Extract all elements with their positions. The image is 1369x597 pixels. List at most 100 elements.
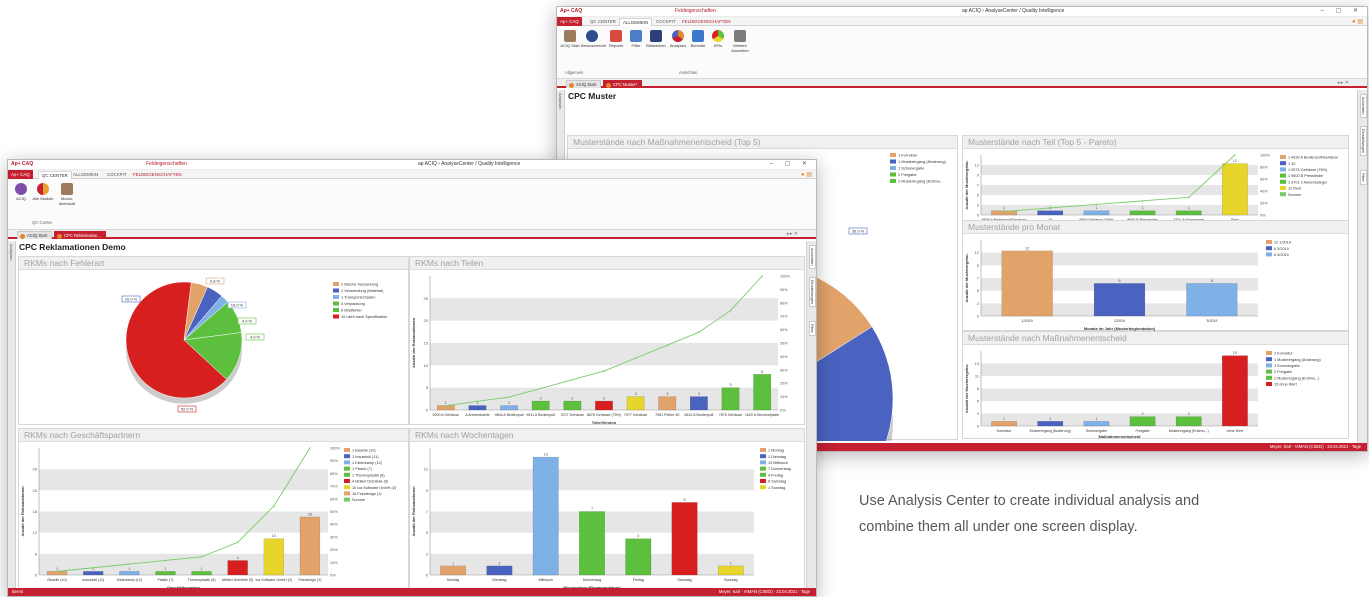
- bar-value-label: 7: [591, 507, 593, 511]
- y-tick-label: 0: [426, 408, 429, 413]
- strip-ansichten[interactable]: Ansichten: [809, 245, 816, 269]
- bildwerken-button[interactable]: Bildwerken: [645, 30, 667, 48]
- aciq-start-button[interactable]: ACIQ Start: [559, 30, 581, 48]
- doc-tab-cpc-muster[interactable]: CPC Muster*: [603, 80, 643, 88]
- x-tick-label: Mittwoch: [539, 578, 553, 582]
- pareto-point: [761, 275, 763, 277]
- x-tick-label: 7876 Gehäuse: [719, 413, 743, 417]
- y-tick-label: 2: [977, 203, 980, 208]
- help-icon[interactable]: ● ▤: [801, 171, 812, 178]
- tab-qc-center[interactable]: QC CENTER: [38, 171, 72, 179]
- filter-button[interactable]: Filter: [625, 30, 647, 48]
- bar-chart: 0612182329Anzahl der ReklamationenGeschä…: [20, 447, 397, 591]
- legend-entry: 13 Mittwoch: [768, 461, 788, 465]
- bar: [1037, 421, 1064, 427]
- bar-value-label: 1: [1095, 206, 1097, 210]
- pareto-point: [56, 570, 58, 573]
- bar-value-label: 12: [1025, 246, 1029, 250]
- doc-tab-aciq-start[interactable]: ACIQ Start: [566, 80, 602, 88]
- analysen-button[interactable]: Analysen: [667, 30, 689, 48]
- pareto-point: [1003, 210, 1005, 213]
- y-tick-label: 7: [426, 509, 429, 514]
- help-icon[interactable]: ● ▤: [1352, 18, 1363, 25]
- legend-entry: 1 Kilderkamp (12): [352, 461, 383, 465]
- tab-allgemein[interactable]: ALLGEMEIN: [619, 18, 653, 26]
- y2-tick-label: 50%: [330, 510, 338, 514]
- bar: [227, 560, 248, 576]
- benutzerrecht-button[interactable]: Benutzerrecht: [581, 30, 606, 48]
- doc-tab-cpc-reklamation[interactable]: CPC Reklamation...: [54, 231, 106, 239]
- pareto-point: [273, 505, 275, 507]
- legend-swatch: [1280, 161, 1286, 166]
- data-label: 4.0 %: [242, 319, 253, 324]
- pareto-point: [603, 370, 605, 372]
- bar: [1083, 421, 1110, 427]
- legend-swatch: [1280, 192, 1286, 197]
- pareto-point: [698, 331, 700, 333]
- legend-entry: 15 ohne Wert: [1274, 383, 1298, 387]
- bar: [626, 396, 645, 411]
- reports-button[interactable]: Reports: [605, 30, 627, 48]
- tab-cockpit[interactable]: COCKPIT: [653, 18, 679, 26]
- y-tick-label: 5: [977, 399, 980, 404]
- pareto-point: [476, 400, 479, 403]
- strip-einstellungen[interactable]: Einstellungen: [1360, 126, 1367, 157]
- y-axis-label: Anzahl der Musterergebn.: [964, 160, 969, 209]
- bar: [119, 571, 140, 576]
- alle-module-button[interactable]: Alle Module: [32, 183, 54, 201]
- chart-panel-fehlerart: RKMs nach Fehlerart 9.8 % 16.0 % 16.0 % 4.0…: [18, 256, 409, 425]
- ribbon: ACIQ Alle Module Modul-übersicht QC-Cent…: [8, 179, 816, 230]
- tab-file[interactable]: Ap+ CAQ: [8, 170, 33, 179]
- tab-allgemein[interactable]: ALLGEMEIN: [70, 171, 101, 179]
- doc-tab-controls[interactable]: ◂ ▸ ✕: [786, 231, 798, 237]
- grid-band: [430, 343, 778, 366]
- doc-tab-controls[interactable]: ◂ ▸ ✕: [1337, 80, 1349, 86]
- legend-entry: 1 Inauwinkl (11): [352, 455, 379, 459]
- modul-uebersicht-button[interactable]: Modul-übersicht: [56, 183, 78, 206]
- bar-value-label: 1: [452, 561, 454, 565]
- legend-entry: 1 Schonergabe: [898, 166, 924, 171]
- tab-feldeigenschaften[interactable]: FELDEIGENSCHAFTEN: [130, 171, 185, 179]
- analysen-strip[interactable]: Analysen: [8, 241, 16, 588]
- bar-chart: 0257912Anzahl der Musterergebn.Monate im…: [964, 240, 1291, 331]
- titlebar: Ap+ CAQ Feldeigenschaften ap ACIQ › Anal…: [557, 7, 1367, 17]
- weitere-ansichten-button[interactable]: Weitere Ansichten: [729, 30, 751, 53]
- tab-cockpit[interactable]: COCKPIT: [104, 171, 130, 179]
- aciq-button[interactable]: ACIQ: [10, 183, 32, 201]
- strip-filter[interactable]: Filter: [809, 321, 816, 336]
- legend-swatch: [333, 282, 339, 286]
- y2-tick-label: 20%: [1260, 202, 1268, 206]
- bar: [579, 511, 605, 576]
- berichte-button[interactable]: Berichte: [687, 30, 709, 48]
- window-controls[interactable]: – ▢ ✕: [770, 160, 812, 167]
- tab-qc-center[interactable]: QC CENTER: [587, 18, 619, 26]
- bar-value-label: 1: [1095, 417, 1097, 421]
- strip-ansichten[interactable]: Ansichten: [1360, 94, 1367, 118]
- pareto-point: [128, 563, 131, 565]
- legend-entry: 4 Verpackung: [341, 301, 365, 306]
- y2-tick-label: 20%: [330, 548, 338, 552]
- legend-swatch: [760, 466, 766, 471]
- bar-value-label: 4: [637, 534, 639, 538]
- window-controls[interactable]: – ▢ ✕: [1321, 7, 1363, 14]
- kpis-button[interactable]: KPIs: [707, 30, 729, 48]
- pareto-point: [1187, 196, 1190, 199]
- doc-tab-aciq-start[interactable]: ACIQ Start: [17, 231, 53, 239]
- tab-feldeigenschaften[interactable]: FELDEIGENSCHAFTEN: [679, 18, 734, 26]
- bar: [753, 374, 772, 411]
- legend-swatch: [1266, 382, 1272, 386]
- y2-tick-label: 60%: [1260, 178, 1268, 182]
- chart-panel-geschaeftspartner: RKMs nach Geschäftspartnern 0 6 12 18 23 29 An…: [18, 428, 409, 590]
- status-bar: Bereit Meyer, Karl · VIMAN (CSED) · 23.0…: [8, 588, 816, 596]
- strip-einstellungen[interactable]: Einstellungen: [809, 277, 816, 308]
- legend-entry: 1 Transportschaden: [341, 295, 375, 300]
- ribbon: ACIQ Start Benutzerrecht Reports Filter …: [557, 26, 1367, 79]
- strip-filter[interactable]: Filter: [1360, 170, 1367, 185]
- legend-swatch: [344, 479, 350, 483]
- x-tick-label: Samstag: [677, 578, 691, 582]
- panel-title: RKMs nach Fehlerart: [19, 257, 408, 270]
- window-title: ap ACIQ › AnalyseCenter / Quality Intell…: [418, 161, 521, 167]
- y-tick-label: 7: [977, 183, 980, 188]
- legend-entry: 8 Samstag: [768, 480, 786, 484]
- tab-file[interactable]: Ap+ CAQ: [557, 17, 582, 26]
